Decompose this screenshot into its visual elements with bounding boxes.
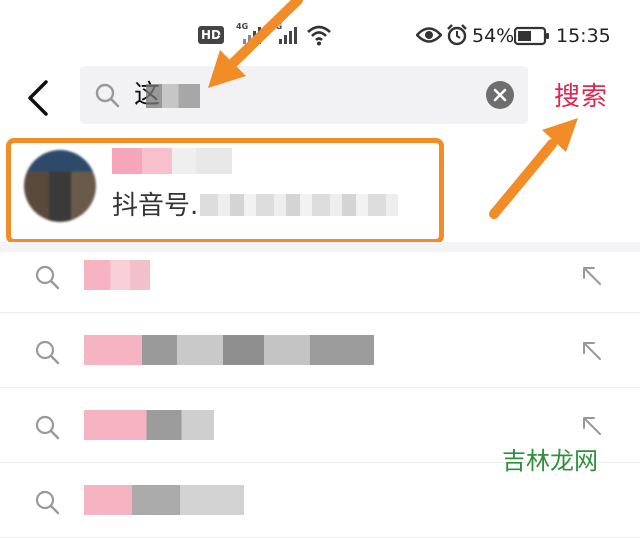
user-result-card[interactable]: 抖音号. xyxy=(0,130,640,240)
eye-icon xyxy=(416,27,442,43)
douyin-id-label: 抖音号. xyxy=(112,191,199,221)
clear-search-button[interactable] xyxy=(486,81,514,109)
search-icon xyxy=(35,340,60,365)
redacted-suggestion-text xyxy=(84,260,150,290)
site-watermark: 吉林龙网 xyxy=(502,447,598,475)
redacted-douyin-id xyxy=(200,194,398,216)
signal-icon xyxy=(243,27,261,44)
hd-sim-number: 2 xyxy=(218,34,225,44)
search-icon xyxy=(35,490,60,515)
battery-icon xyxy=(514,26,549,46)
back-arrow-icon[interactable] xyxy=(22,78,58,118)
suggestion-item[interactable] xyxy=(0,313,640,388)
redacted-suggestion-text xyxy=(84,410,214,440)
search-icon xyxy=(35,265,60,290)
search-button[interactable]: 搜索 xyxy=(554,80,608,114)
redacted-suggestion-text xyxy=(84,335,374,365)
suggestion-item[interactable] xyxy=(0,238,640,313)
fill-query-arrow-icon[interactable] xyxy=(578,412,606,440)
close-icon xyxy=(493,88,507,102)
wifi-icon xyxy=(307,25,331,46)
battery-percent: 54% xyxy=(472,25,515,47)
search-icon xyxy=(95,83,120,108)
fill-query-arrow-icon[interactable] xyxy=(578,337,606,365)
fill-query-arrow-icon[interactable] xyxy=(578,262,606,290)
redacted-query-text xyxy=(146,84,200,108)
search-input[interactable]: 这 xyxy=(80,66,528,124)
alarm-icon xyxy=(447,24,467,46)
clock-time: 15:35 xyxy=(556,25,611,47)
search-icon xyxy=(35,415,60,440)
status-bar: HD 2 4G 5G 54% 15:35 xyxy=(0,0,640,62)
avatar[interactable] xyxy=(24,150,96,222)
redacted-user-name xyxy=(112,148,232,174)
signal-icon-2 xyxy=(279,27,297,44)
redacted-suggestion-text xyxy=(84,485,244,515)
